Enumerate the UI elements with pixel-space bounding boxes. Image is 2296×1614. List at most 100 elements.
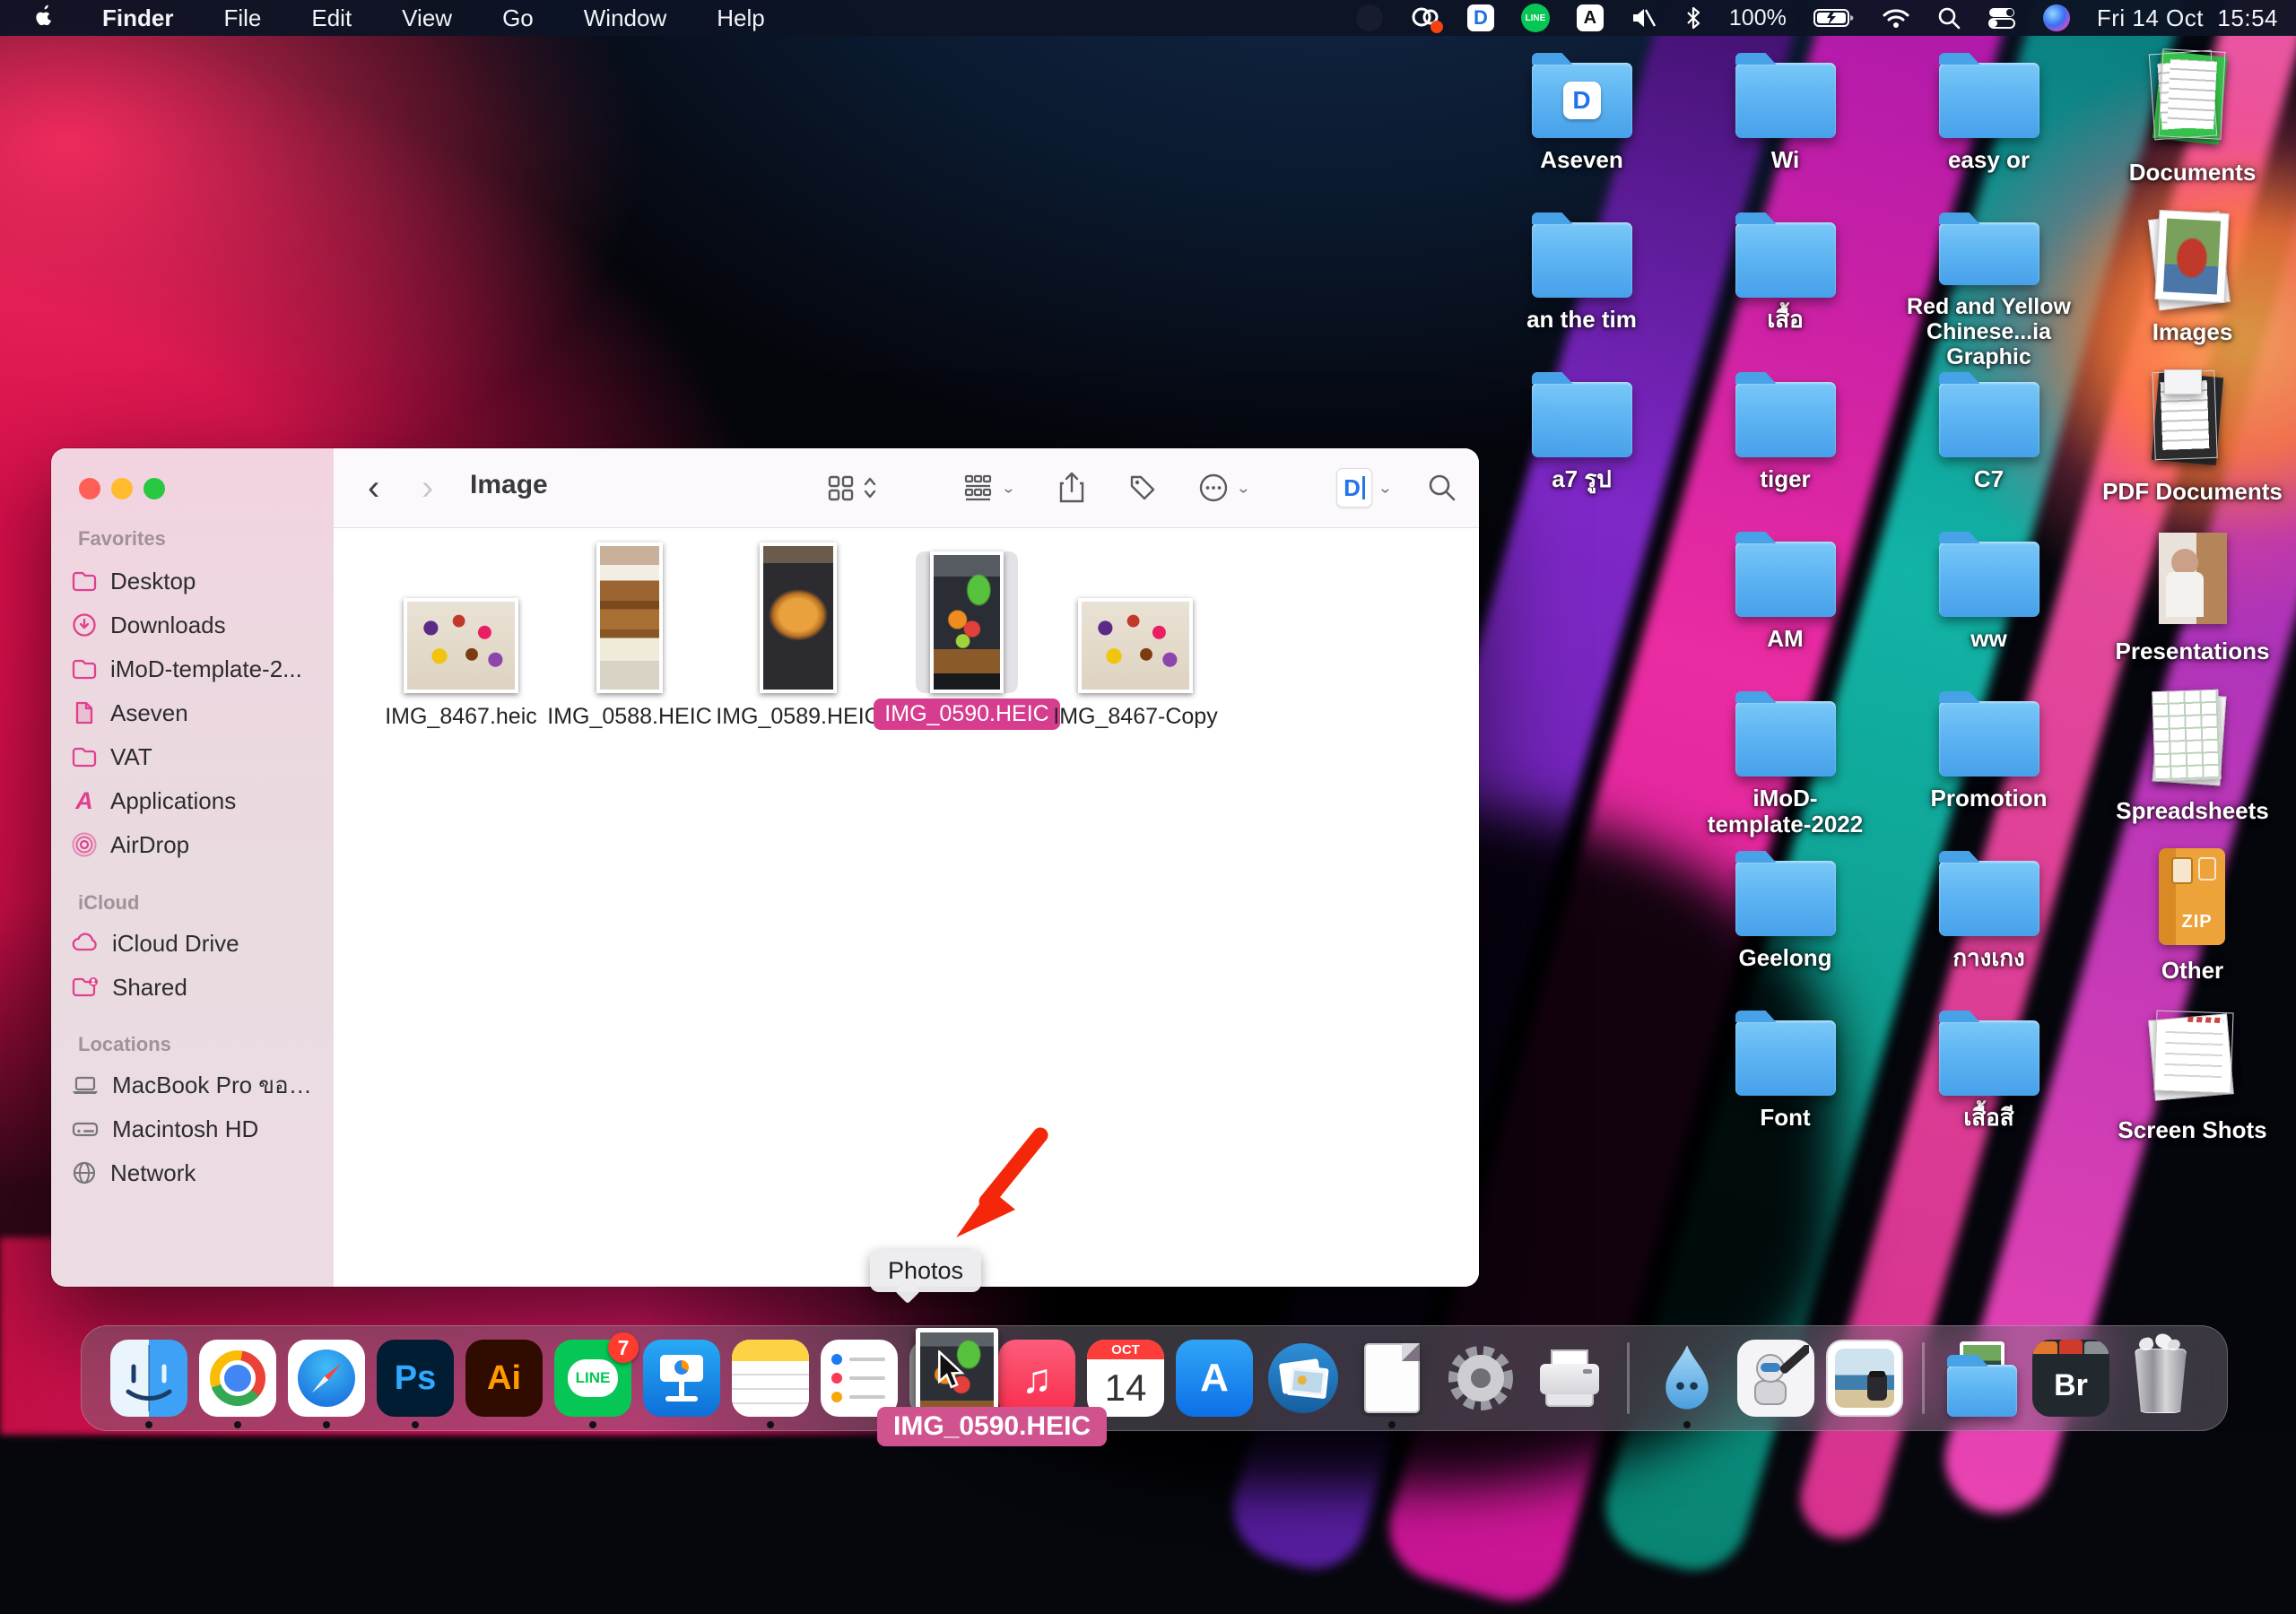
volume-muted-icon[interactable] (1631, 6, 1657, 30)
dock-line[interactable]: LINE 7 (554, 1340, 631, 1417)
file-img-0590-selected[interactable]: IMG_0590.HEIC (883, 551, 1051, 730)
dock-downloads-folder[interactable] (1944, 1340, 2021, 1417)
more-actions-button[interactable]: ⌄ (1196, 466, 1251, 509)
folder-icon (1939, 382, 2039, 457)
menu-finder[interactable]: Finder (77, 0, 198, 36)
file-thumbnail (1078, 598, 1193, 693)
sidebar-item-aseven[interactable]: Aseven (71, 693, 313, 733)
group-by-button[interactable]: ⌄ (961, 466, 1016, 509)
sidebar-item-desktop[interactable]: Desktop (71, 561, 313, 601)
dark-app-icon[interactable] (1356, 4, 1383, 31)
desktop-icon-an-the-tim[interactable]: an the tim (1480, 210, 1683, 369)
documents-extension-button[interactable]: D ⌄ (1336, 466, 1393, 509)
back-button[interactable]: ‹ (368, 468, 379, 508)
menu-go[interactable]: Go (477, 0, 559, 36)
dock-app-store[interactable]: A (1176, 1340, 1253, 1417)
dock-chrome[interactable] (199, 1340, 276, 1417)
file-img-0588[interactable]: IMG_0588.HEIC (545, 551, 714, 730)
menu-window[interactable]: Window (559, 0, 691, 36)
menu-view[interactable]: View (377, 0, 477, 36)
dock-system-settings[interactable] (1442, 1340, 1519, 1417)
desktop-icon-a7[interactable]: a7 รูป (1480, 369, 1683, 529)
sidebar-item-airdrop[interactable]: AirDrop (71, 825, 313, 864)
close-button[interactable] (79, 478, 100, 499)
menu-bar-clock[interactable]: Fri 14 Oct 15:54 (2097, 4, 2278, 32)
desktop-icon-shirt-folder[interactable]: เสื้อ (1683, 210, 1887, 369)
file-img-8467[interactable]: IMG_8467.heic (377, 551, 545, 730)
zoom-button[interactable] (144, 478, 165, 499)
dock-reminders[interactable] (821, 1340, 898, 1417)
share-button[interactable] (1057, 466, 1087, 509)
spotlight-icon[interactable] (1937, 6, 1961, 30)
dock-printer[interactable] (1531, 1340, 1608, 1417)
app-store-icon: A (71, 787, 98, 815)
sidebar-item-shared[interactable]: Shared (71, 968, 313, 1007)
line-status-icon[interactable]: LINE (1521, 4, 1550, 32)
dock-photoshop[interactable]: Ps (377, 1340, 454, 1417)
desktop-icon-aseven[interactable]: D Aseven (1480, 50, 1683, 210)
desktop-icon-screen-shots[interactable]: Screen Shots (2091, 1008, 2294, 1167)
desktop-icon-tiger[interactable]: tiger (1683, 369, 1887, 529)
dock-drop-app[interactable] (1648, 1340, 1726, 1417)
dock-adobe-bridge[interactable]: Br (2032, 1340, 2109, 1417)
dock-keynote[interactable] (643, 1340, 720, 1417)
sidebar-item-vat[interactable]: VAT (71, 737, 313, 777)
dock-notes[interactable] (732, 1340, 809, 1417)
menu-edit[interactable]: Edit (286, 0, 377, 36)
desktop-icon-promotion[interactable]: Promotion (1887, 689, 2091, 848)
sidebar-item-macintosh-hd[interactable]: Macintosh HD (71, 1109, 313, 1149)
desktop-icon-spreadsheets[interactable]: Spreadsheets (2091, 689, 2294, 848)
dock-calendar[interactable]: OCT 14 (1087, 1340, 1164, 1417)
search-button[interactable] (1426, 466, 1458, 509)
wifi-icon[interactable] (1882, 7, 1910, 29)
menu-help[interactable]: Help (691, 0, 789, 36)
dock-safari[interactable] (288, 1340, 365, 1417)
desktop-icon-trousers[interactable]: กางเกง (1887, 848, 2091, 1008)
desktop-icon-other-zip[interactable]: ZIP Other (2091, 848, 2294, 1008)
file-img-0589[interactable]: IMG_0589.HEIC (714, 551, 883, 730)
desktop-icon-red-yellow-graphic[interactable]: Red and Yellow Chinese...ia Graphic (1887, 210, 2091, 369)
desktop-icon-font[interactable]: Font (1683, 1008, 1887, 1167)
documents-app-icon[interactable]: D (1467, 4, 1494, 31)
sidebar-item-applications[interactable]: A Applications (71, 781, 313, 820)
tag-icon (1126, 472, 1159, 504)
tags-button[interactable] (1126, 466, 1159, 509)
sidebar-item-imod-template[interactable]: iMoD-template-2... (71, 649, 313, 689)
minimize-button[interactable] (111, 478, 133, 499)
dock-trash[interactable] (2121, 1340, 2198, 1417)
file-img-8467-copy[interactable]: IMG_8467-Copy (1051, 551, 1220, 730)
control-center-icon[interactable] (1987, 6, 2016, 30)
input-source-icon[interactable]: A (1577, 4, 1604, 31)
dock-preview-document[interactable] (1826, 1340, 1903, 1417)
desktop-icon-imod-template[interactable]: iMoD-template-2022 (1683, 689, 1887, 848)
desktop-icon-geelong[interactable]: Geelong (1683, 848, 1887, 1008)
dock-finder[interactable] (110, 1340, 187, 1417)
apple-menu[interactable] (27, 0, 77, 37)
sidebar-item-macbook-pro[interactable]: MacBook Pro ของ... (71, 1065, 313, 1105)
desktop-icon-presentations[interactable]: Presentations (2091, 529, 2294, 689)
siri-icon[interactable] (2043, 4, 2070, 31)
dock-automator[interactable] (1737, 1340, 1814, 1417)
view-mode-button[interactable] (825, 466, 877, 509)
desktop-icon-documents[interactable]: Documents (2091, 50, 2294, 210)
libreoffice-icon (1353, 1340, 1431, 1417)
desktop-icon-am[interactable]: AM (1683, 529, 1887, 689)
desktop-icon-ww[interactable]: ww (1887, 529, 2091, 689)
creative-cloud-icon[interactable] (1410, 4, 1440, 31)
forward-button[interactable]: › (422, 468, 433, 508)
dock-music[interactable]: ♫ (998, 1340, 1075, 1417)
desktop-icon-colored-shirt[interactable]: เสื้อสี (1887, 1008, 2091, 1167)
dock-illustrator[interactable]: Ai (465, 1340, 543, 1417)
dock-libreoffice[interactable] (1353, 1340, 1431, 1417)
dock-photo-viewer[interactable] (1265, 1340, 1342, 1417)
sidebar-item-icloud-drive[interactable]: iCloud Drive (71, 924, 313, 963)
desktop-icon-wi[interactable]: Wi (1683, 50, 1887, 210)
menu-file[interactable]: File (198, 0, 286, 36)
sidebar-item-network[interactable]: Network (71, 1153, 313, 1193)
desktop-icon-pdf-documents[interactable]: PDF Documents (2091, 369, 2294, 529)
sidebar-item-downloads[interactable]: Downloads (71, 605, 313, 645)
desktop-icon-c7[interactable]: C7 (1887, 369, 2091, 529)
bluetooth-icon[interactable] (1684, 5, 1702, 30)
desktop-icon-images[interactable]: Images (2091, 210, 2294, 369)
desktop-icon-easy-or[interactable]: easy or (1887, 50, 2091, 210)
